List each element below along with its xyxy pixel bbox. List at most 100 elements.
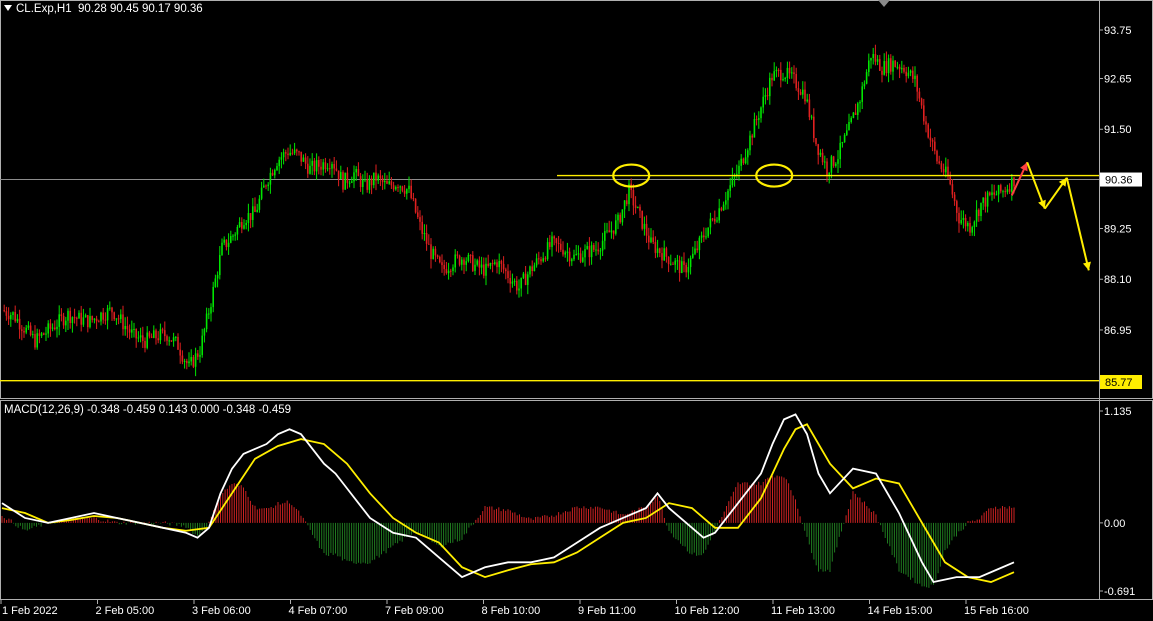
candle-body	[76, 317, 78, 319]
candle-body	[1004, 191, 1006, 193]
candle-body	[610, 230, 613, 233]
time-tick-label: 3 Feb 06:00	[192, 605, 251, 617]
candle-body	[799, 92, 802, 95]
candle-body	[179, 349, 181, 356]
candle-body	[417, 212, 419, 218]
candle-body	[586, 246, 588, 250]
candle-body	[428, 243, 430, 245]
candle-body	[263, 185, 265, 188]
candle-body	[758, 118, 760, 120]
candle-body	[905, 71, 907, 77]
candle-body	[522, 273, 525, 278]
candle-body	[128, 329, 131, 333]
candle-body	[500, 261, 503, 264]
candle-body	[890, 58, 892, 72]
candle-body	[153, 330, 155, 338]
candle-body	[282, 152, 285, 158]
candle-body	[760, 107, 762, 119]
candle-body	[38, 333, 41, 336]
candle-body	[949, 176, 951, 185]
candle-body	[403, 190, 406, 194]
candle-body	[342, 172, 344, 190]
candle-body	[159, 329, 162, 341]
candle-body	[705, 236, 707, 238]
candle-body	[234, 234, 236, 236]
candle-body	[463, 259, 465, 265]
candle-body	[731, 177, 734, 186]
candle-body	[777, 69, 780, 71]
candle-body	[993, 192, 995, 195]
candle-body	[643, 223, 646, 229]
candle-body	[364, 179, 366, 181]
candle-body	[573, 254, 575, 260]
candle-body	[399, 186, 401, 188]
candle-body	[986, 192, 989, 207]
candle-body	[467, 254, 470, 262]
candle-body	[326, 168, 329, 170]
candle-body	[654, 241, 657, 253]
candle-body	[962, 217, 965, 221]
candle-body	[740, 158, 742, 166]
candle-body	[773, 71, 775, 81]
candle-body	[384, 180, 386, 183]
candle-body	[351, 181, 353, 183]
candle-body	[870, 57, 872, 61]
candle-body	[659, 248, 661, 254]
candle-body	[32, 334, 34, 336]
candle-body	[764, 95, 767, 97]
candle-body	[210, 307, 212, 314]
candle-body	[175, 337, 177, 339]
candle-body	[901, 67, 903, 70]
candle-body	[639, 206, 641, 211]
candle-body	[29, 325, 32, 335]
candle-body	[786, 67, 789, 78]
candle-body	[667, 256, 670, 265]
candle-body	[678, 260, 681, 273]
time-tick-label: 2 Feb 05:00	[96, 605, 155, 617]
candle-body	[355, 169, 357, 173]
candle-body	[696, 248, 698, 251]
candle-body	[377, 175, 379, 181]
candle-body	[898, 66, 901, 70]
candle-body	[542, 258, 544, 262]
candle-body	[106, 308, 109, 321]
candle-body	[21, 329, 23, 331]
candle-body	[450, 270, 452, 272]
candle-body	[223, 239, 225, 243]
candle-body	[505, 269, 507, 272]
candle-body	[562, 249, 564, 255]
candle-body	[432, 248, 434, 259]
chart-canvas[interactable]: 93.75 92.65 91.50 89.25 88.10 86.95 90.36 85.77…	[0, 0, 1153, 621]
candle-body	[370, 178, 373, 186]
candle-body	[249, 213, 252, 220]
candle-body	[980, 202, 982, 216]
candle-body	[617, 214, 619, 221]
candle-body	[67, 310, 69, 321]
candle-body	[190, 357, 192, 362]
candle-body	[447, 270, 450, 274]
candle-body	[720, 208, 723, 211]
candle-body	[544, 258, 547, 260]
candle-body	[929, 137, 932, 141]
candle-body	[608, 230, 610, 233]
candle-body	[414, 198, 417, 213]
candle-body	[65, 320, 67, 326]
candle-body	[516, 280, 518, 291]
candle-body	[753, 119, 756, 138]
candle-body	[672, 263, 674, 265]
candle-body	[817, 144, 819, 155]
candle-body	[685, 264, 687, 273]
candle-body	[269, 172, 272, 185]
candle-body	[819, 152, 822, 155]
price-tick-label: 88.10	[1104, 274, 1132, 286]
candle-body	[645, 223, 648, 236]
candle-body	[967, 222, 969, 227]
candle-body	[599, 250, 602, 252]
candle-body	[131, 329, 133, 333]
candle-body	[857, 103, 859, 115]
candle-body	[606, 230, 608, 232]
projection-arrow-head	[1082, 261, 1091, 271]
candle-body	[709, 218, 712, 228]
candle-body	[568, 251, 571, 262]
candle-body	[1013, 177, 1015, 187]
